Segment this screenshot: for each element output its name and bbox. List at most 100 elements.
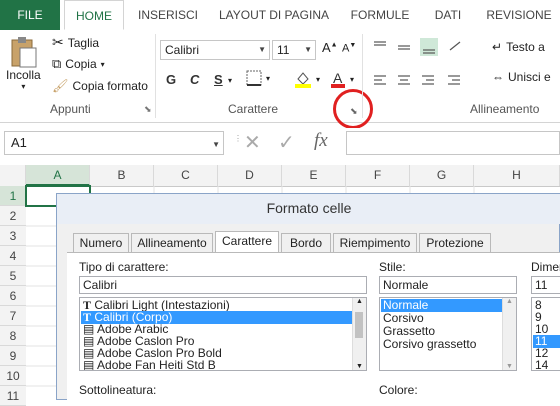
shrink-font-button[interactable]: A▼: [342, 42, 356, 55]
scrollbar[interactable]: ▲ ▼: [502, 298, 516, 370]
format-painter-button[interactable]: 🖌 Copia formato: [52, 78, 148, 94]
size-list[interactable]: 8 9 10 11 12 14: [531, 297, 560, 371]
row-header-6[interactable]: 6: [0, 286, 26, 306]
row-header-7[interactable]: 7: [0, 306, 26, 326]
underline-button[interactable]: S: [214, 72, 223, 87]
column-header-a[interactable]: A: [26, 165, 90, 186]
tab-riempimento[interactable]: Riempimento: [333, 233, 417, 252]
merge-center-button[interactable]: ⇔ Unisci e: [492, 70, 551, 84]
shrink-font-icon: A▼: [342, 42, 357, 55]
paint-bucket-icon: [295, 72, 311, 88]
row-header-9[interactable]: 9: [0, 346, 26, 366]
style-input[interactable]: Normale: [379, 276, 517, 294]
row-header-3[interactable]: 3: [0, 226, 26, 246]
fill-color-button[interactable]: ▾: [294, 70, 320, 88]
formula-bar: A1 ▼ ⋮ ✕ ✓ fx: [0, 128, 560, 158]
paste-button[interactable]: Incolla ▾: [6, 36, 41, 91]
separator: [155, 34, 156, 118]
font-list[interactable]: T Calibri Light (Intestazioni) T Calibri…: [79, 297, 367, 371]
scroll-up-icon[interactable]: ▲: [506, 298, 513, 305]
font-name-combo[interactable]: Calibri ▼: [160, 40, 270, 60]
bold-button[interactable]: G: [166, 72, 176, 87]
scroll-down-icon[interactable]: ▼: [506, 363, 513, 370]
highlight-circle: [333, 89, 373, 129]
tab-home[interactable]: HOME: [64, 0, 124, 30]
scroll-down-icon[interactable]: ▼: [356, 363, 363, 370]
font-size-combo[interactable]: 11 ▼: [272, 40, 316, 60]
tab-formule[interactable]: FORMULE: [346, 0, 414, 30]
style-list[interactable]: Normale Corsivo Grassetto Corsivo grasse…: [379, 297, 517, 371]
tab-file[interactable]: FILE: [0, 0, 60, 30]
row-header-8[interactable]: 8: [0, 326, 26, 346]
italic-button[interactable]: C: [190, 72, 199, 87]
style-label: Stile:: [379, 260, 406, 274]
column-header-f[interactable]: F: [346, 165, 410, 186]
borders-button[interactable]: ▾: [246, 70, 270, 86]
name-box-value: A1: [11, 135, 27, 150]
column-header-c[interactable]: C: [154, 165, 218, 186]
dialog-title: Formato celle: [57, 194, 560, 224]
column-header-h[interactable]: H: [474, 165, 560, 186]
wrap-text-icon: ↵: [492, 40, 503, 54]
paste-label: Incolla: [6, 68, 41, 82]
font-group-label: Carattere: [228, 102, 279, 116]
row-header-4[interactable]: 4: [0, 246, 26, 266]
name-box[interactable]: A1 ▼: [4, 131, 224, 155]
clipboard-group-label: Appunti: [50, 102, 91, 116]
column-headers: A B C D E F G H: [0, 165, 560, 187]
grow-font-icon: A▲: [322, 40, 338, 55]
cut-button[interactable]: ✂ Taglia: [52, 34, 99, 51]
format-painter-label: Copia formato: [72, 79, 148, 93]
tab-layout[interactable]: LAYOUT DI PAGINA: [212, 0, 336, 30]
dialog-launcher-icon[interactable]: ⬊: [144, 104, 152, 115]
tab-bordo[interactable]: Bordo: [281, 233, 331, 252]
scroll-up-icon[interactable]: ▲: [356, 298, 363, 305]
chevron-down-icon: ▼: [212, 140, 220, 149]
list-item[interactable]: Corsivo grassetto: [381, 338, 503, 351]
row-header-10[interactable]: 10: [0, 366, 26, 386]
row-header-5[interactable]: 5: [0, 266, 26, 286]
tab-revisione[interactable]: REVISIONE: [482, 0, 556, 30]
column-header-d[interactable]: D: [218, 165, 282, 186]
copy-icon: ⧉: [52, 56, 62, 71]
formula-input[interactable]: [346, 131, 560, 155]
tab-inserisci[interactable]: INSERISCI: [134, 0, 202, 30]
select-all-corner[interactable]: [0, 165, 26, 186]
row-header-2[interactable]: 2: [0, 206, 26, 226]
font-color-icon: A: [331, 70, 345, 88]
font-color-button[interactable]: A ▾: [330, 70, 354, 88]
list-item[interactable]: 14: [533, 359, 560, 371]
copy-label: Copia: [65, 57, 97, 71]
chevron-down-icon: ▼: [304, 45, 312, 54]
row-header-11[interactable]: 11: [0, 386, 26, 406]
tab-carattere[interactable]: Carattere: [215, 231, 279, 253]
tab-numero[interactable]: Numero: [73, 233, 129, 252]
tab-dati[interactable]: DATI: [426, 0, 470, 30]
tab-allineamento[interactable]: Allineamento: [131, 233, 213, 252]
cancel-icon[interactable]: ✕: [244, 130, 261, 155]
chevron-down-icon: ▾: [316, 74, 321, 84]
font-input[interactable]: Calibri: [79, 276, 367, 294]
grow-font-button[interactable]: A▲: [322, 40, 338, 55]
font-size-value: 11: [277, 43, 290, 57]
separator: [362, 34, 363, 118]
column-header-g[interactable]: G: [410, 165, 474, 186]
size-input[interactable]: 11: [531, 276, 560, 294]
copy-button[interactable]: ⧉ Copia ▾: [52, 56, 105, 72]
enter-icon[interactable]: ✓: [278, 130, 295, 155]
grip-icon: ⋮: [234, 134, 242, 143]
clipboard-icon: [11, 37, 37, 68]
svg-text:A: A: [333, 70, 343, 86]
scroll-thumb[interactable]: [355, 312, 363, 338]
column-header-b[interactable]: B: [90, 165, 154, 186]
column-header-e[interactable]: E: [282, 165, 346, 186]
tab-protezione[interactable]: Protezione: [419, 233, 491, 252]
scrollbar[interactable]: ▲ ▼: [352, 298, 366, 370]
color-label: Colore:: [379, 383, 418, 397]
row-header-1[interactable]: 1: [0, 186, 26, 206]
chevron-down-icon: ▾: [21, 82, 26, 91]
list-item[interactable]: ▤ Adobe Fan Heiti Std B: [81, 359, 353, 371]
wrap-text-button[interactable]: ↵ Testo a: [492, 40, 545, 54]
alignment-group-label: Allineamento: [470, 102, 540, 116]
insert-function-button[interactable]: fx: [314, 130, 328, 152]
